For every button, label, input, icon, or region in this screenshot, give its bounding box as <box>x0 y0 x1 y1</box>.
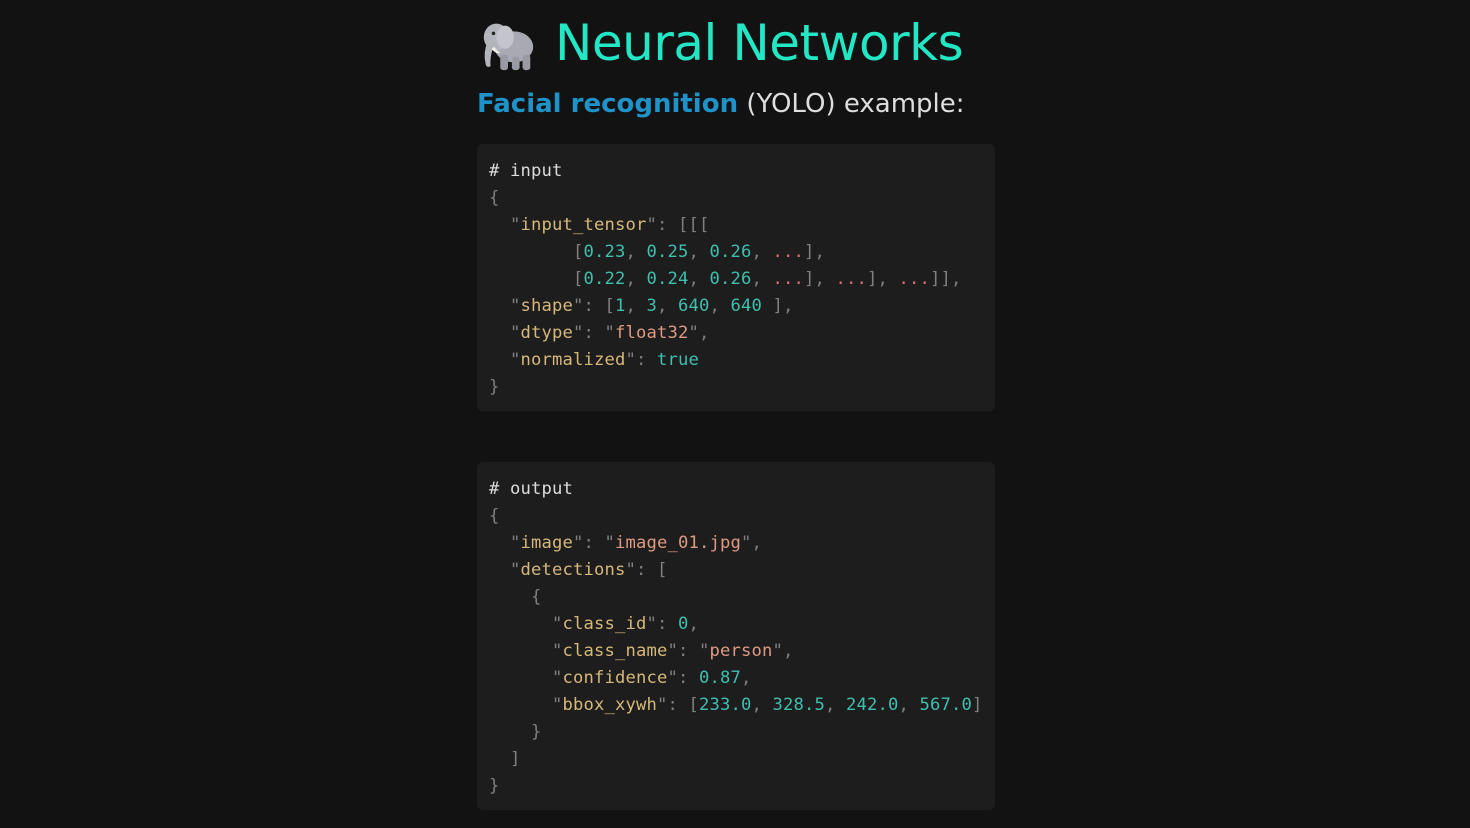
code-line: "input_tensor": [[[ <box>489 215 710 235</box>
code-line: "bbox_xywh": [233.0, 328.5, 242.0, 567.0… <box>489 695 983 715</box>
code-line: "image": "image_01.jpg", <box>489 533 762 553</box>
json-string: person <box>709 641 773 661</box>
ellipsis: ... <box>898 269 930 289</box>
code-line: [0.23, 0.25, 0.26, ...], <box>489 242 825 262</box>
json-number: 640 <box>678 296 710 316</box>
ellipsis: ... <box>835 269 867 289</box>
json-number: 0.26 <box>709 269 752 289</box>
input-code-block: # input { "input_tensor": [[[ [0.23, 0.2… <box>477 144 995 411</box>
code-comment: # output <box>489 479 573 499</box>
elephant-icon <box>483 23 534 71</box>
code-line: "normalized": true <box>489 350 699 370</box>
code-line: # input <box>489 158 995 185</box>
code-line: "shape": [1, 3, 640, 640 ], <box>489 296 794 316</box>
json-number: 567.0 <box>919 695 972 715</box>
json-key: normalized <box>520 350 626 370</box>
json-number: 0.87 <box>698 668 741 688</box>
json-number: 0.24 <box>646 269 689 289</box>
ellipsis: ... <box>772 242 804 262</box>
json-number: 0.22 <box>583 269 626 289</box>
open-brace: { <box>489 506 500 526</box>
close-brace: } <box>489 377 500 397</box>
json-boolean: true <box>656 350 699 370</box>
code-line: } <box>489 374 995 401</box>
json-number: 0.25 <box>646 242 689 262</box>
code-line: ] <box>489 749 521 769</box>
code-line: # output <box>489 476 995 503</box>
json-key: class_id <box>562 614 647 634</box>
json-key: confidence <box>562 668 668 688</box>
json-key: input_tensor <box>520 215 647 235</box>
json-number: 242.0 <box>845 695 899 715</box>
code-line: { <box>489 587 542 607</box>
code-line: "dtype": "float32", <box>489 323 710 343</box>
json-key: detections <box>520 560 626 580</box>
code-line: { <box>489 503 995 530</box>
json-number: 640 <box>730 296 762 316</box>
ellipsis: ... <box>772 269 804 289</box>
code-comment: # input <box>489 161 563 181</box>
json-string: image_01.jpg <box>615 533 741 553</box>
json-key: image <box>520 533 573 553</box>
json-number: 0.23 <box>583 242 626 262</box>
code-line: "confidence": 0.87, <box>489 668 752 688</box>
code-line: "class_id": 0, <box>489 614 699 634</box>
json-number: 0 <box>677 614 689 634</box>
page-title: Neural Networks <box>555 14 964 72</box>
json-number: 1 <box>615 296 626 316</box>
code-line: "class_name": "person", <box>489 641 794 661</box>
json-key: class_name <box>562 641 668 661</box>
page-header: Neural Networks <box>477 10 964 76</box>
json-number: 3 <box>646 296 657 316</box>
code-line: } <box>489 773 995 800</box>
json-number: 328.5 <box>772 695 825 715</box>
code-line: "detections": [ <box>489 560 668 580</box>
close-brace: } <box>489 776 500 796</box>
open-brace: { <box>489 188 500 208</box>
json-key: dtype <box>520 323 573 343</box>
json-string: float32 <box>615 323 689 343</box>
code-line: [0.22, 0.24, 0.26, ...], ...], ...]], <box>489 269 962 289</box>
facial-recognition-link[interactable]: Facial recognition <box>477 89 738 119</box>
code-line: { <box>489 185 995 212</box>
json-key: shape <box>520 296 573 316</box>
code-line: } <box>489 722 542 742</box>
json-number: 0.26 <box>709 242 752 262</box>
subtitle-text: (YOLO) example: <box>738 89 965 119</box>
json-key: bbox_xywh <box>562 695 657 715</box>
json-number: 233.0 <box>698 695 752 715</box>
output-code-block: # output { "image": "image_01.jpg", "det… <box>477 462 995 810</box>
page-subtitle: Facial recognition (YOLO) example: <box>477 86 965 122</box>
